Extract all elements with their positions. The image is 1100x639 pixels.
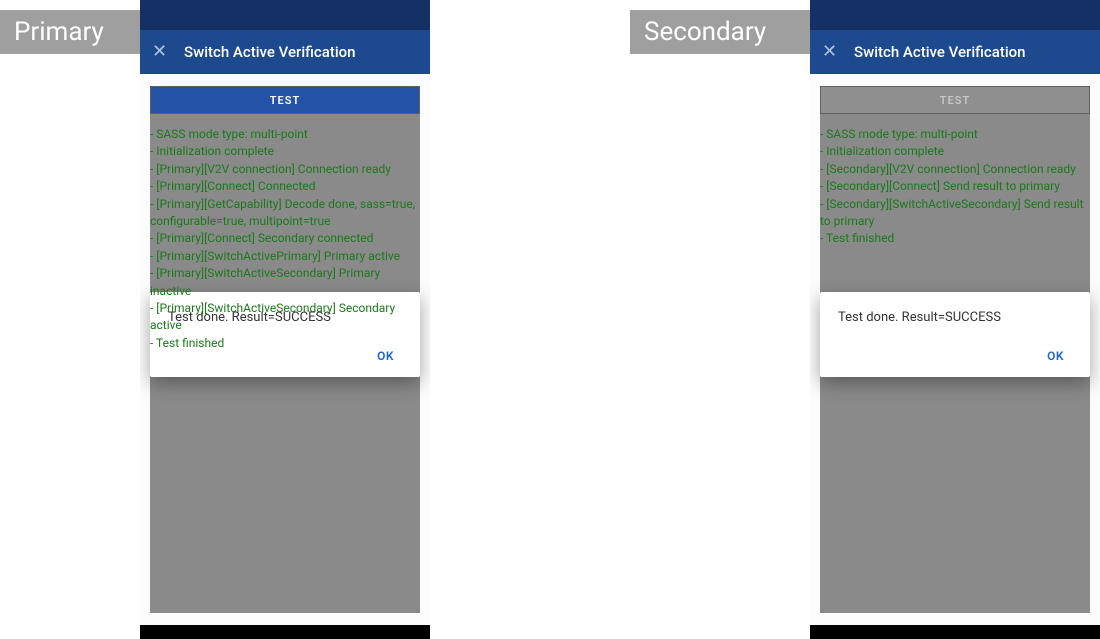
log-line: - [Secondary][Connect] Send result to pr…: [820, 178, 1090, 195]
log-line: - Initialization complete: [820, 143, 1090, 160]
log-line: - Test finished: [820, 230, 1090, 247]
log-output: - SASS mode type: multi-point - Initiali…: [820, 126, 1090, 248]
log-line: - [Primary][GetCapability] Decode done, …: [150, 196, 420, 231]
statusbar: [140, 0, 430, 30]
phone-secondary: ✕ Switch Active Verification TEST - SASS…: [810, 0, 1100, 639]
log-line: - [Primary][Connect] Connected: [150, 178, 420, 195]
log-line: - [Primary][Connect] Secondary connected: [150, 230, 420, 247]
caption-primary: Primary: [0, 10, 140, 54]
log-line: - [Primary][V2V connection] Connection r…: [150, 161, 420, 178]
close-icon[interactable]: ✕: [822, 43, 838, 61]
android-navbar: [140, 625, 430, 639]
log-output: - SASS mode type: multi-point - Initiali…: [150, 126, 420, 352]
close-icon[interactable]: ✕: [152, 43, 168, 61]
log-line: - Initialization complete: [150, 143, 420, 160]
android-navbar: [810, 625, 1100, 639]
log-line: - [Primary][SwitchActivePrimary] Primary…: [150, 248, 420, 265]
test-button[interactable]: TEST: [820, 86, 1090, 114]
log-line: - [Primary][SwitchActiveSecondary] Secon…: [150, 300, 420, 335]
log-line: - [Secondary][V2V connection] Connection…: [820, 161, 1090, 178]
statusbar: [810, 0, 1100, 30]
log-line: - [Secondary][SwitchActiveSecondary] Sen…: [820, 196, 1090, 231]
ok-button[interactable]: OK: [1039, 343, 1072, 369]
log-line: - SASS mode type: multi-point: [820, 126, 1090, 143]
content-area: TEST - SASS mode type: multi-point - Ini…: [140, 74, 430, 625]
test-button[interactable]: TEST: [150, 86, 420, 114]
phone-primary: ✕ Switch Active Verification TEST - SASS…: [140, 0, 430, 639]
log-line: - Test finished: [150, 335, 420, 352]
result-dialog: Test done. Result=SUCCESS OK: [820, 292, 1090, 377]
log-line: - SASS mode type: multi-point: [150, 126, 420, 143]
page-title: Switch Active Verification: [854, 43, 1026, 61]
appbar: ✕ Switch Active Verification: [140, 30, 430, 74]
appbar: ✕ Switch Active Verification: [810, 30, 1100, 74]
log-line: - [Primary][SwitchActiveSecondary] Prima…: [150, 265, 420, 300]
dialog-message: Test done. Result=SUCCESS: [838, 310, 1072, 325]
caption-secondary: Secondary: [630, 10, 810, 54]
page-title: Switch Active Verification: [184, 43, 356, 61]
